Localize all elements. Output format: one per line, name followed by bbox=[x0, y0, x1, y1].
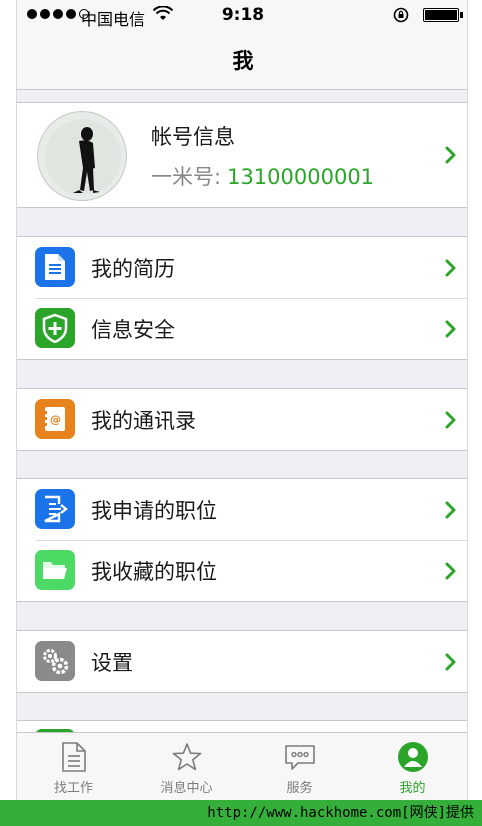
menu-group-personal: 我的简历 信息安全 bbox=[17, 236, 467, 360]
menu-item-label: 我的通讯录 bbox=[91, 408, 196, 433]
tab-find-job[interactable]: 找工作 bbox=[17, 733, 130, 800]
tab-label: 我的 bbox=[399, 781, 426, 796]
account-id: 一米号: 13100000001 bbox=[151, 161, 374, 191]
tab-mine[interactable]: 我的 bbox=[356, 733, 467, 800]
tab-services[interactable]: 服务 bbox=[243, 733, 356, 800]
document-icon bbox=[61, 742, 86, 772]
menu-item-label: 我的简历 bbox=[91, 256, 175, 281]
svg-text:@: @ bbox=[50, 413, 61, 426]
status-bar: 中国电信 9:18 bbox=[17, 0, 467, 30]
menu-item-favorite-jobs[interactable]: 我收藏的职位 bbox=[17, 540, 467, 601]
tab-bar: 找工作 消息中心 服务 我的 bbox=[17, 732, 467, 800]
account-info-row[interactable]: 帐号信息 一米号: 13100000001 bbox=[17, 102, 467, 208]
menu-item-resume[interactable]: 我的简历 bbox=[17, 237, 467, 298]
chevron-right-icon bbox=[445, 259, 456, 276]
menu-item-label: 设置 bbox=[91, 650, 133, 675]
account-id-value: 13100000001 bbox=[227, 165, 375, 189]
chevron-right-icon bbox=[445, 562, 456, 579]
tab-label: 服务 bbox=[286, 781, 313, 796]
avatar bbox=[37, 111, 127, 201]
document-export-icon bbox=[35, 489, 75, 529]
folder-icon bbox=[35, 550, 75, 590]
account-id-label: 一米号: bbox=[151, 165, 222, 189]
menu-group-settings: 设置 bbox=[17, 630, 467, 693]
battery-icon bbox=[423, 8, 463, 22]
gears-icon bbox=[35, 641, 75, 681]
account-info-title: 帐号信息 bbox=[151, 125, 235, 149]
chat-bubble-icon bbox=[284, 745, 315, 770]
page-title: 我 bbox=[232, 48, 254, 73]
menu-group-contacts: @ 我的通讯录 bbox=[17, 388, 467, 451]
user-silhouette-icon bbox=[45, 119, 121, 195]
shield-plus-icon bbox=[35, 308, 75, 348]
watermark: http://www.hackhome.com[网侠]提供 bbox=[0, 800, 482, 826]
menu-item-label: 我收藏的职位 bbox=[91, 559, 217, 584]
menu-item-security[interactable]: 信息安全 bbox=[17, 298, 467, 359]
tab-label: 找工作 bbox=[53, 781, 93, 796]
menu-item-label: 我申请的职位 bbox=[91, 498, 217, 523]
chevron-right-icon bbox=[445, 653, 456, 670]
tab-messages[interactable]: 消息中心 bbox=[130, 733, 243, 800]
chevron-right-icon bbox=[445, 320, 456, 337]
person-icon bbox=[397, 742, 428, 772]
address-book-icon: @ bbox=[35, 399, 75, 439]
menu-item-contacts[interactable]: @ 我的通讯录 bbox=[17, 389, 467, 450]
tab-label: 消息中心 bbox=[160, 781, 213, 796]
navigation-bar: 我 bbox=[17, 30, 467, 90]
resume-icon bbox=[35, 247, 75, 287]
menu-item-applied-jobs[interactable]: 我申请的职位 bbox=[17, 479, 467, 540]
chevron-right-icon bbox=[445, 411, 456, 428]
rotation-lock-icon bbox=[393, 7, 409, 23]
menu-group-jobs: 我申请的职位 我收藏的职位 bbox=[17, 478, 467, 602]
phone-screen: 中国电信 9:18 我 帐号信息 一米号: 13100000001 我的简历 信… bbox=[16, 0, 468, 800]
star-icon bbox=[172, 743, 201, 771]
menu-item-label: 信息安全 bbox=[91, 317, 175, 342]
menu-item-settings[interactable]: 设置 bbox=[17, 631, 467, 692]
chevron-right-icon bbox=[445, 501, 456, 518]
chevron-right-icon bbox=[445, 146, 456, 164]
